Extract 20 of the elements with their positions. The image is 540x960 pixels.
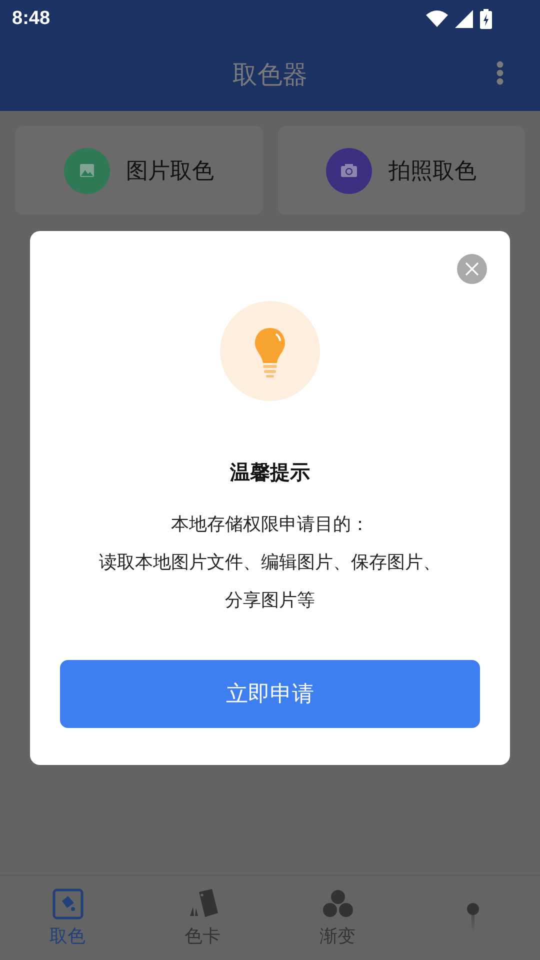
card-label: 拍照取色 (388, 158, 476, 186)
signal-icon (455, 10, 473, 28)
paint-bucket-icon (52, 888, 84, 920)
card-label: 图片取色 (126, 158, 214, 186)
apply-button[interactable]: 立即申请 (60, 660, 480, 728)
app-title: 取色器 (232, 58, 308, 90)
status-time: 8:48 (12, 8, 50, 30)
three-circles-icon (322, 888, 354, 920)
battery-icon (480, 8, 492, 28)
more-icon[interactable] (496, 61, 504, 85)
pick-card[interactable]: 拍照取色 (278, 126, 525, 215)
pick-card[interactable]: 图片取色 (15, 126, 262, 215)
dialog-title: 温馨提示 (230, 459, 310, 486)
dialog-text: 本地存储权限申请目的： (171, 513, 369, 537)
light-bulb-icon (220, 301, 320, 401)
wifi-icon (426, 10, 448, 27)
close-icon (465, 262, 479, 276)
close-button[interactable] (457, 254, 487, 284)
dialog-text: 分享图片等 (225, 589, 315, 613)
dialog-text: 读取本地图片文件、编辑图片、保存图片、 (99, 551, 441, 575)
